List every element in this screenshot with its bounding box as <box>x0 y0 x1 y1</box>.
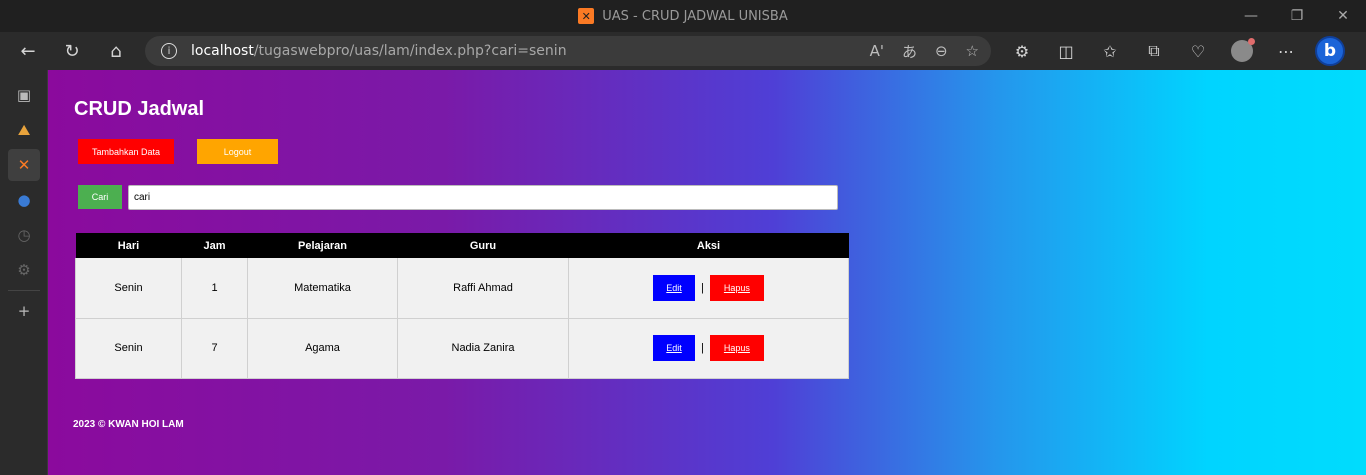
back-arrow-icon[interactable]: ← <box>10 35 46 67</box>
xampp-icon: ✕ <box>578 8 595 24</box>
table-row: Senin 1 Matematika Raffi Ahmad Edit | Hapu… <box>75 258 849 319</box>
window-title: UAS - CRUD JADWAL UNISBA <box>602 8 788 24</box>
header-jam: Jam <box>181 233 248 258</box>
url-host: localhost <box>191 43 254 59</box>
browser-sidebar: ▣ ⛰ ✕ ● ◷ ⚙ + <box>0 70 48 475</box>
header-pelajaran: Pelajaran <box>247 233 398 258</box>
browser-actions: ⚙ ◫ ✩ ⧉ ♡ ⋯ b <box>1000 32 1352 70</box>
search-input[interactable] <box>128 185 838 210</box>
refresh-icon[interactable]: ↻ <box>54 35 90 67</box>
favorites-icon[interactable]: ✩ <box>1088 35 1132 67</box>
cell-pelajaran: Matematika <box>247 258 398 319</box>
more-menu-icon[interactable]: ⋯ <box>1264 35 1308 67</box>
translate-icon[interactable]: あ <box>902 41 917 62</box>
tab-actions-icon[interactable]: ▣ <box>8 79 40 111</box>
xampp-tab-icon[interactable]: ✕ <box>8 149 40 181</box>
add-data-button[interactable]: Tambahkan Data <box>78 139 174 164</box>
cell-jam: 1 <box>181 258 248 319</box>
cell-pelajaran: Agama <box>247 318 398 379</box>
history-icon[interactable]: ◷ <box>8 219 40 251</box>
edit-button[interactable]: Edit <box>653 335 696 361</box>
add-icon[interactable]: + <box>8 295 40 327</box>
table-header-row: Hari Jam Pelajaran Guru Aksi <box>75 233 849 258</box>
url-path: /tugaswebpro/uas/lam/index.php?cari=seni… <box>253 43 567 59</box>
split-screen-icon[interactable]: ◫ <box>1044 35 1088 67</box>
address-bar-actions: A' あ ⊖ ☆ <box>870 36 979 66</box>
page-footer: 2023 © KWAN HOI LAM <box>73 419 184 430</box>
header-hari: Hari <box>75 233 182 258</box>
table-row: Senin 7 Agama Nadia Zanira Edit | Hapus <box>75 318 849 379</box>
search-button[interactable]: Cari <box>78 185 122 209</box>
info-icon[interactable]: i <box>161 43 177 59</box>
restore-button[interactable]: ❐ <box>1274 0 1320 32</box>
logout-button[interactable]: Logout <box>197 139 278 164</box>
performance-icon[interactable]: ♡ <box>1176 35 1220 67</box>
schedule-table: Hari Jam Pelajaran Guru Aksi Senin 1 Mat… <box>75 233 849 379</box>
delete-button[interactable]: Hapus <box>709 274 764 301</box>
header-aksi: Aksi <box>568 233 849 258</box>
browser-toolbar: ← ↻ ⌂ i localhost/tugaswebpro/uas/lam/in… <box>0 32 1366 70</box>
home-icon[interactable]: ⌂ <box>98 35 134 67</box>
extensions-icon[interactable]: ⚙ <box>1000 35 1044 67</box>
cell-hari: Senin <box>75 258 182 319</box>
page-title: CRUD Jadwal <box>74 98 205 120</box>
cell-jam: 7 <box>181 318 248 379</box>
cell-aksi: Edit | Hapus <box>568 318 849 379</box>
profile-avatar[interactable] <box>1220 35 1264 67</box>
page-content: CRUD Jadwal Tambahkan Data Logout Cari H… <box>48 70 1366 475</box>
globe-icon[interactable]: ● <box>8 184 40 216</box>
window-titlebar: ✕ UAS - CRUD JADWAL UNISBA — ❐ ✕ <box>0 0 1366 32</box>
favorite-star-icon[interactable]: ☆ <box>966 42 979 60</box>
action-separator: | <box>701 281 704 294</box>
avatar <box>1231 38 1255 62</box>
collections-icon[interactable]: ⧉ <box>1132 35 1176 67</box>
bing-icon: b <box>1315 36 1345 66</box>
edit-button[interactable]: Edit <box>653 274 696 301</box>
php-myadmin-icon[interactable]: ⛰ <box>8 114 40 146</box>
delete-button[interactable]: Hapus <box>709 335 764 361</box>
read-aloud-icon[interactable]: A' <box>870 42 884 60</box>
cell-guru: Raffi Ahmad <box>397 258 569 319</box>
settings-gear-icon[interactable]: ⚙ <box>8 254 40 286</box>
cell-hari: Senin <box>75 318 182 379</box>
window-controls: — ❐ ✕ <box>1228 0 1366 32</box>
action-separator: | <box>701 342 704 354</box>
cell-guru: Nadia Zanira <box>397 318 569 379</box>
sidebar-divider <box>8 290 40 291</box>
bing-copilot-button[interactable]: b <box>1308 35 1352 67</box>
close-button[interactable]: ✕ <box>1320 0 1366 32</box>
minimize-button[interactable]: — <box>1228 0 1274 32</box>
header-guru: Guru <box>397 233 569 258</box>
cell-aksi: Edit | Hapus <box>568 258 849 319</box>
address-bar[interactable]: i localhost/tugaswebpro/uas/lam/index.ph… <box>145 36 991 66</box>
zoom-out-icon[interactable]: ⊖ <box>935 42 948 60</box>
